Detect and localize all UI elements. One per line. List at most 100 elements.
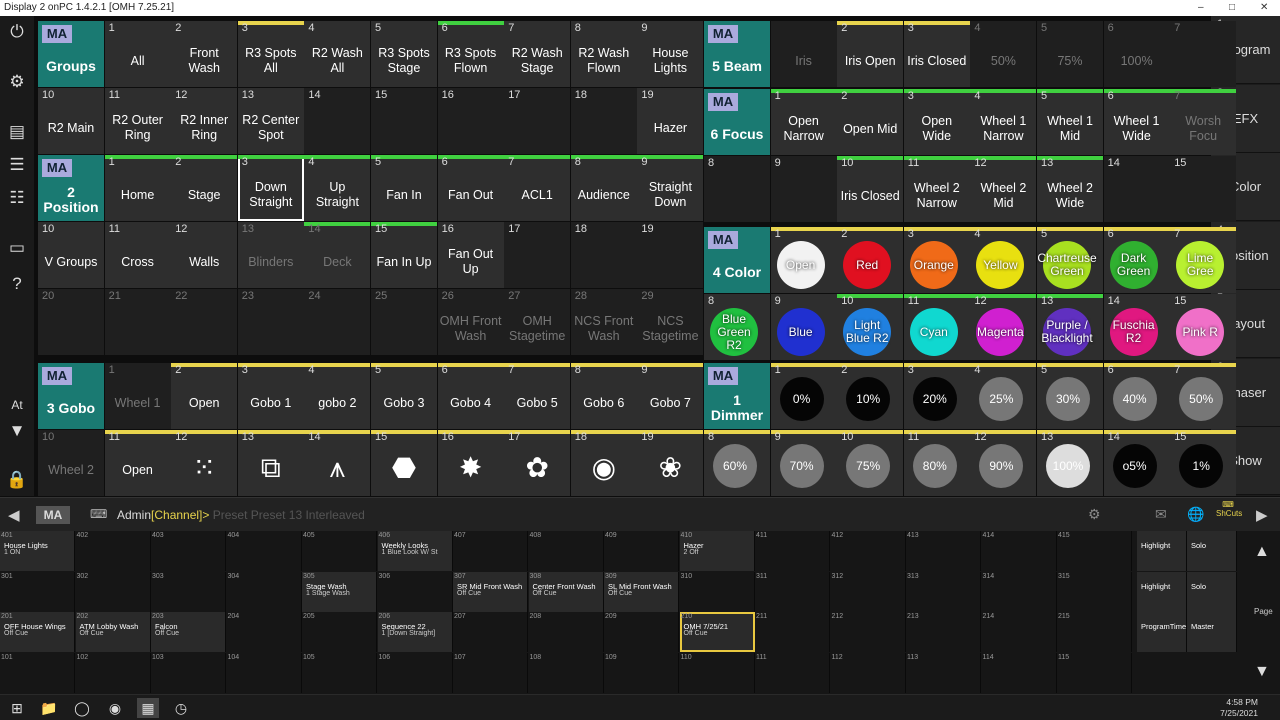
dimmer-preset-5[interactable]: 5 30%: [1037, 363, 1103, 429]
pool-cell[interactable]: 15 Fan In Up: [371, 222, 437, 288]
pool-cell[interactable]: 19 Hazer: [637, 88, 704, 154]
executor-412[interactable]: 412: [831, 531, 906, 571]
executor-209[interactable]: 209: [604, 612, 679, 652]
pool-cell[interactable]: 13 Wheel 2 Wide: [1037, 156, 1103, 222]
pool-cell[interactable]: 27 OMH Stagetime: [504, 289, 571, 355]
pool-cell[interactable]: 5 75%: [1037, 21, 1103, 87]
executor-208[interactable]: 208: [529, 612, 604, 652]
pool-cell[interactable]: 14 ⩚: [304, 430, 371, 496]
pool-cell[interactable]: 9 Gobo 7: [637, 363, 704, 429]
executor-403[interactable]: 403: [151, 531, 226, 571]
pool-cell[interactable]: 11 R2 Outer Ring: [104, 88, 171, 154]
file-explorer-icon[interactable]: 📁: [38, 698, 60, 718]
color-preset-10[interactable]: 10 Light Blue R2: [837, 294, 904, 360]
pool-cell[interactable]: 29 NCS Stagetime: [637, 289, 704, 355]
pool-cell[interactable]: 3 Gobo 1: [237, 363, 304, 429]
monitor-icon[interactable]: ▭: [0, 232, 34, 264]
pool-cell[interactable]: 11 Cross: [104, 222, 171, 288]
gobo-pool-title[interactable]: MA 3 Gobo: [38, 363, 104, 429]
pool-cell[interactable]: 7: [1170, 21, 1237, 87]
executor-413[interactable]: 413: [906, 531, 981, 571]
executor-212[interactable]: 212: [831, 612, 906, 652]
pool-cell[interactable]: 6 Wheel 1 Wide: [1103, 89, 1170, 155]
dimmer-preset-8[interactable]: 8 60%: [704, 430, 770, 496]
color-preset-13[interactable]: 13 Purple / Blacklight: [1037, 294, 1103, 360]
executor-409[interactable]: 409: [604, 531, 679, 571]
pool-cell[interactable]: 1 All: [104, 21, 171, 87]
pool-cell[interactable]: 2 Front Wash: [171, 21, 238, 87]
color-preset-15[interactable]: 15 Pink R: [1170, 294, 1237, 360]
executor-109[interactable]: 109: [604, 652, 679, 693]
pool-cell[interactable]: 3 Iris Closed: [903, 21, 970, 87]
pool-cell[interactable]: 3 R3 Spots All: [237, 21, 304, 87]
executor-415[interactable]: 415: [1057, 531, 1132, 571]
executor-405[interactable]: 405: [302, 531, 377, 571]
pool-cell[interactable]: 8 Audience: [570, 155, 637, 221]
dimmer-preset-10[interactable]: 10 75%: [837, 430, 904, 496]
dimmer-preset-1[interactable]: 1 0%: [770, 363, 837, 429]
sliders-icon[interactable]: ☷: [0, 182, 34, 214]
executor-406[interactable]: 406 Weekly Looks 1 Blue Look W/ St: [377, 531, 453, 571]
pool-cell[interactable]: 11 Wheel 2 Narrow: [903, 156, 970, 222]
executor-211[interactable]: 211: [755, 612, 830, 652]
dimmer-preset-11[interactable]: 11 80%: [903, 430, 970, 496]
groups-pool-title[interactable]: MA Groups: [38, 21, 104, 87]
pool-cell[interactable]: 2 Stage: [171, 155, 238, 221]
special-executor-6[interactable]: Master: [1187, 612, 1237, 652]
executor-308[interactable]: 308 Center Front Wash Off Cue: [528, 571, 604, 612]
dimmer-preset-2[interactable]: 2 10%: [837, 363, 904, 429]
executor-312[interactable]: 312: [831, 571, 906, 612]
pool-cell[interactable]: 5 Wheel 1 Mid: [1037, 89, 1103, 155]
pool-cell[interactable]: 13 ⧉: [237, 430, 304, 496]
special-executor-2[interactable]: Solo: [1187, 531, 1237, 571]
pool-cell[interactable]: 16: [437, 88, 504, 154]
dimmer-preset-13[interactable]: 13 100%: [1037, 430, 1103, 496]
beam-pool-title[interactable]: MA 5 Beam: [704, 21, 770, 87]
executor-113[interactable]: 113: [906, 652, 981, 693]
pool-cell[interactable]: 3 Down Straight: [237, 155, 304, 221]
executor-215[interactable]: 215: [1057, 612, 1132, 652]
keyboard-icon[interactable]: ⌨: [90, 507, 107, 521]
executor-107[interactable]: 107: [453, 652, 528, 693]
executor-407[interactable]: 407: [453, 531, 528, 571]
page-down-icon[interactable]: ▼: [1254, 663, 1270, 681]
pool-cell[interactable]: 16 ✸: [437, 430, 504, 496]
pool-cell[interactable]: 6 100%: [1103, 21, 1170, 87]
pool-cell[interactable]: 17 ✿: [504, 430, 571, 496]
edge-icon[interactable]: ◯: [71, 698, 93, 718]
clock-app-icon[interactable]: ◷: [170, 698, 192, 718]
pool-cell[interactable]: 24: [304, 289, 371, 355]
pool-cell[interactable]: 15: [1170, 156, 1237, 222]
executor-414[interactable]: 414: [982, 531, 1057, 571]
pool-cell[interactable]: 6 Fan Out: [437, 155, 504, 221]
pool-cell[interactable]: 6 R3 Spots Flown: [437, 21, 504, 87]
pool-cell[interactable]: 9: [770, 156, 837, 222]
executor-410[interactable]: 410 Hazer 2 Off: [679, 531, 755, 571]
special-executor-1[interactable]: Highlight: [1137, 531, 1187, 571]
executor-110[interactable]: 110: [680, 652, 755, 693]
special-executor-5[interactable]: ProgramTime: [1137, 612, 1187, 652]
pool-cell[interactable]: 9 Straight Down: [637, 155, 704, 221]
globe-icon[interactable]: 🌐: [1187, 506, 1204, 523]
pool-cell[interactable]: 10 Wheel 2: [38, 430, 104, 496]
color-preset-7[interactable]: 7 Lime Gree: [1170, 227, 1237, 293]
pool-cell[interactable]: Iris: [770, 21, 837, 87]
pool-cell[interactable]: 20: [38, 289, 104, 355]
executor-207[interactable]: 207: [453, 612, 528, 652]
pool-cell[interactable]: 6 Gobo 4: [437, 363, 504, 429]
pool-cell[interactable]: 17: [504, 88, 571, 154]
executor-301[interactable]: 301: [0, 571, 75, 612]
pool-cell[interactable]: 18 ◉: [570, 430, 637, 496]
pool-cell[interactable]: 13 Blinders: [237, 222, 304, 288]
minimize-icon[interactable]: –: [1198, 0, 1204, 16]
pool-cell[interactable]: 12 R2 Inner Ring: [171, 88, 238, 154]
executor-314[interactable]: 314: [982, 571, 1057, 612]
pool-cell[interactable]: 7 R2 Wash Stage: [504, 21, 571, 87]
color-preset-12[interactable]: 12 Magenta: [970, 294, 1037, 360]
executor-213[interactable]: 213: [906, 612, 981, 652]
pool-cell[interactable]: 9 House Lights: [637, 21, 704, 87]
color-preset-6[interactable]: 6 Dark Green: [1103, 227, 1170, 293]
close-icon[interactable]: ✕: [1260, 0, 1268, 16]
pool-cell[interactable]: 4 50%: [970, 21, 1037, 87]
executor-307[interactable]: 307 SR Mid Front Wash Off Cue: [453, 571, 528, 612]
